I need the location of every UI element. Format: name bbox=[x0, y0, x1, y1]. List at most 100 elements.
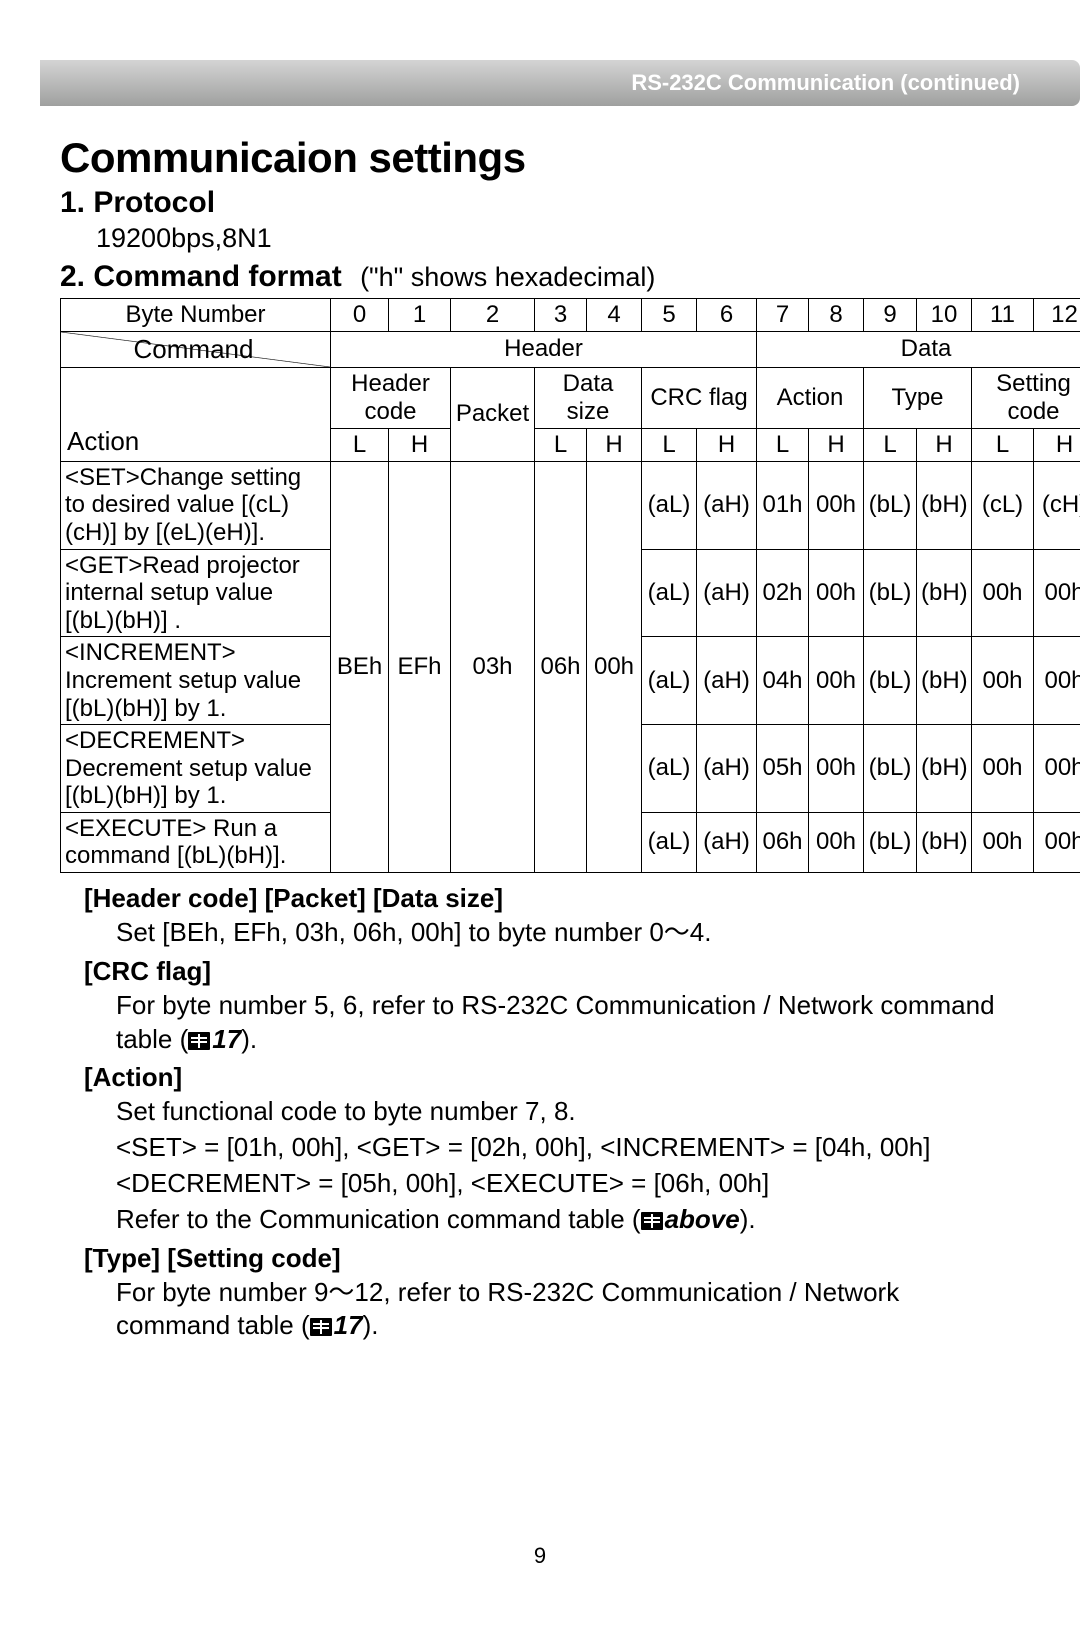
packet-val: 03h bbox=[451, 461, 535, 872]
command-label: Command bbox=[61, 331, 331, 367]
cell: 00h bbox=[972, 637, 1034, 725]
lh-cell: H bbox=[697, 428, 757, 461]
cell: (bH) bbox=[917, 461, 972, 549]
cell: 00h bbox=[809, 725, 864, 813]
note-body: <DECREMENT> = [05h, 00h], <EXECUTE> = [0… bbox=[116, 1167, 1020, 1201]
note-body: For byte number 9～12, refer to RS-232C C… bbox=[116, 1276, 1020, 1344]
book-icon bbox=[310, 1318, 332, 1336]
lh-cell: H bbox=[917, 428, 972, 461]
section-header-bar: RS-232C Communication (continued) bbox=[40, 60, 1080, 106]
close-paren: ). bbox=[740, 1204, 756, 1234]
cell: (aH) bbox=[697, 549, 757, 637]
note-body: Set functional code to byte number 7, 8. bbox=[116, 1095, 1020, 1129]
cell: 01h bbox=[757, 461, 809, 549]
crc-flag-subgroup: CRC flag bbox=[642, 367, 757, 428]
data-size-l: 06h bbox=[535, 461, 587, 872]
cell: (aL) bbox=[642, 725, 697, 813]
cell: (aH) bbox=[697, 461, 757, 549]
cell: 00h bbox=[972, 812, 1034, 872]
cell: (bL) bbox=[864, 461, 917, 549]
page-number: 9 bbox=[60, 1543, 1020, 1609]
cell: (aL) bbox=[642, 637, 697, 725]
lh-cell: H bbox=[587, 428, 642, 461]
action-subgroup: Action bbox=[757, 367, 864, 428]
byte-6: 6 bbox=[697, 298, 757, 331]
cell: 06h bbox=[757, 812, 809, 872]
byte-1: 1 bbox=[389, 298, 451, 331]
note-body: Refer to the Communication command table… bbox=[116, 1203, 1020, 1237]
row-desc: <SET>Change setting to desired value [(c… bbox=[61, 461, 331, 549]
table-row: <SET>Change setting to desired value [(c… bbox=[61, 461, 1080, 549]
command-format-heading: 2. Command format ("h" shows hexadecimal… bbox=[60, 260, 1020, 294]
cell: (cH) bbox=[1034, 461, 1080, 549]
data-size-h: 00h bbox=[587, 461, 642, 872]
table-row: Action Header code Packet Data size CRC … bbox=[61, 367, 1080, 428]
note-body: <SET> = [01h, 00h], <GET> = [02h, 00h], … bbox=[116, 1131, 1020, 1165]
byte-10: 10 bbox=[917, 298, 972, 331]
cell: (aL) bbox=[642, 461, 697, 549]
note-body: For byte number 5, 6, refer to RS-232C C… bbox=[116, 989, 1020, 1057]
cell: (bL) bbox=[864, 637, 917, 725]
notes-section: [Header code] [Packet] [Data size] Set [… bbox=[60, 883, 1020, 1343]
byte-8: 8 bbox=[809, 298, 864, 331]
book-icon bbox=[188, 1032, 210, 1050]
lh-cell: L bbox=[757, 428, 809, 461]
lh-cell: L bbox=[331, 428, 389, 461]
cell: 02h bbox=[757, 549, 809, 637]
command-format-title: 2. Command format bbox=[60, 260, 342, 293]
packet-subgroup: Packet bbox=[451, 367, 535, 461]
data-size-subgroup: Data size bbox=[535, 367, 642, 428]
byte-5: 5 bbox=[642, 298, 697, 331]
cell: 00h bbox=[1034, 812, 1080, 872]
cell: (bL) bbox=[864, 812, 917, 872]
cell: 00h bbox=[809, 637, 864, 725]
cell: (aH) bbox=[697, 812, 757, 872]
byte-7: 7 bbox=[757, 298, 809, 331]
note-body: Set [BEh, EFh, 03h, 06h, 00h] to byte nu… bbox=[116, 916, 1020, 950]
byte-4: 4 bbox=[587, 298, 642, 331]
cell: 05h bbox=[757, 725, 809, 813]
cell: 00h bbox=[1034, 637, 1080, 725]
note-text: Refer to the Communication command table… bbox=[116, 1204, 641, 1234]
cell: 04h bbox=[757, 637, 809, 725]
setting-code-subgroup: Setting code bbox=[972, 367, 1080, 428]
close-paren: ). bbox=[241, 1024, 257, 1054]
cell: (aL) bbox=[642, 812, 697, 872]
cell: (aH) bbox=[697, 637, 757, 725]
action-label: Action bbox=[61, 367, 331, 461]
command-format-table: Byte Number 0 1 2 3 4 5 6 7 8 9 10 11 12… bbox=[60, 298, 1080, 873]
row-desc: <GET>Read projector internal setup value… bbox=[61, 549, 331, 637]
note-heading: [Type] [Setting code] bbox=[84, 1243, 1020, 1274]
byte-0: 0 bbox=[331, 298, 389, 331]
note-heading: [Action] bbox=[84, 1062, 1020, 1093]
cell: (bH) bbox=[917, 549, 972, 637]
byte-2: 2 bbox=[451, 298, 535, 331]
row-desc: <DECREMENT> Decrement setup value [(bL)(… bbox=[61, 725, 331, 813]
cell: (aL) bbox=[642, 549, 697, 637]
lh-cell: H bbox=[809, 428, 864, 461]
page-title: Communicaion settings bbox=[60, 134, 1020, 182]
page-ref: 17 bbox=[334, 1310, 363, 1340]
cell: 00h bbox=[809, 812, 864, 872]
type-subgroup: Type bbox=[864, 367, 972, 428]
cell: (bH) bbox=[917, 725, 972, 813]
lh-cell: L bbox=[972, 428, 1034, 461]
cell: 00h bbox=[972, 549, 1034, 637]
cell: (bH) bbox=[917, 812, 972, 872]
cell: (aH) bbox=[697, 725, 757, 813]
byte-12: 12 bbox=[1034, 298, 1080, 331]
above-ref: above bbox=[665, 1204, 740, 1234]
byte-11: 11 bbox=[972, 298, 1034, 331]
lh-cell: H bbox=[1034, 428, 1080, 461]
close-paren: ). bbox=[363, 1310, 379, 1340]
cell: 00h bbox=[809, 549, 864, 637]
byte-9: 9 bbox=[864, 298, 917, 331]
cell: 00h bbox=[809, 461, 864, 549]
note-text: For byte number 9～12, refer to RS-232C C… bbox=[116, 1277, 899, 1341]
note-heading: [CRC flag] bbox=[84, 956, 1020, 987]
header-code-l: BEh bbox=[331, 461, 389, 872]
cell: 00h bbox=[972, 725, 1034, 813]
header-group: Header bbox=[331, 331, 757, 367]
lh-cell: L bbox=[642, 428, 697, 461]
row-desc: <INCREMENT> Increment setup value [(bL)(… bbox=[61, 637, 331, 725]
